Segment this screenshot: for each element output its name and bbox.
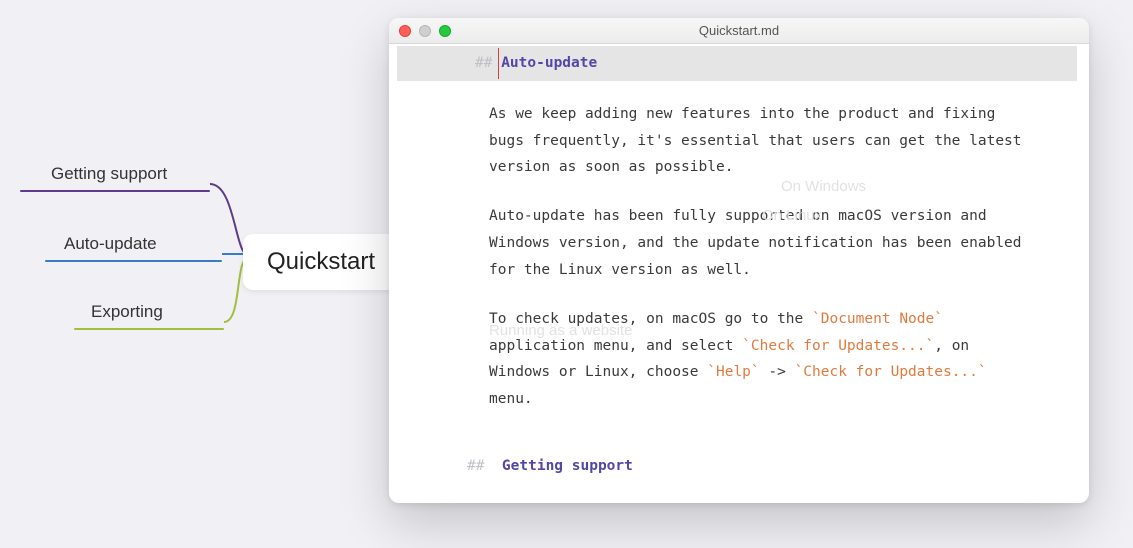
- heading-text: Getting support: [502, 458, 633, 474]
- window-titlebar[interactable]: Quickstart.md: [389, 18, 1089, 44]
- root-label: Quickstart: [267, 248, 375, 275]
- maximize-icon[interactable]: [439, 25, 451, 37]
- branch-label: Auto-update: [64, 234, 157, 253]
- minimize-icon[interactable]: [419, 25, 431, 37]
- text: ->: [760, 364, 795, 380]
- heading-hashes: ##: [475, 55, 492, 71]
- current-line-highlight: ## Auto-update: [397, 46, 1077, 81]
- window-title: Quickstart.md: [389, 23, 1089, 38]
- close-icon[interactable]: [399, 25, 411, 37]
- editor-content[interactable]: As we keep adding new features into the …: [389, 81, 1089, 445]
- mindmap: Getting support Auto-update Exporting Qu…: [20, 155, 420, 355]
- branch-label: Getting support: [51, 164, 167, 183]
- heading-hashes: ##: [467, 458, 484, 474]
- editor-window: Quickstart.md ## Auto-update On Windows O…: [389, 18, 1089, 503]
- inline-code: `Check for Updates...`: [742, 338, 934, 354]
- inline-code: `Document Node`: [812, 311, 943, 327]
- mindmap-branch-auto-update[interactable]: Auto-update: [58, 230, 163, 258]
- inline-code: `Help`: [707, 364, 759, 380]
- branch-label: Exporting: [91, 302, 163, 321]
- mindmap-branch-getting-support[interactable]: Getting support: [45, 160, 173, 188]
- heading-text: Auto-update: [501, 55, 597, 71]
- inline-code: `Check for Updates...`: [795, 364, 987, 380]
- heading-getting-support: ## Getting support: [389, 453, 1089, 480]
- faded-branch-on-windows: On Windows: [781, 173, 866, 201]
- paragraph-2: Auto-update has been fully supported on …: [489, 203, 1029, 283]
- traffic-lights: [399, 25, 451, 37]
- faded-branch-on-linux: On Linux: [762, 202, 822, 230]
- editor-body[interactable]: ## Auto-update On Windows On Linux Runnin…: [389, 44, 1089, 503]
- mindmap-root-node[interactable]: Quickstart: [243, 234, 399, 290]
- mindmap-branch-exporting[interactable]: Exporting: [85, 298, 169, 326]
- text: menu.: [489, 391, 533, 407]
- paragraph-1: As we keep adding new features into the …: [489, 101, 1029, 181]
- faded-branch-running-website: Running as a website: [489, 317, 632, 345]
- text-cursor: [498, 48, 499, 79]
